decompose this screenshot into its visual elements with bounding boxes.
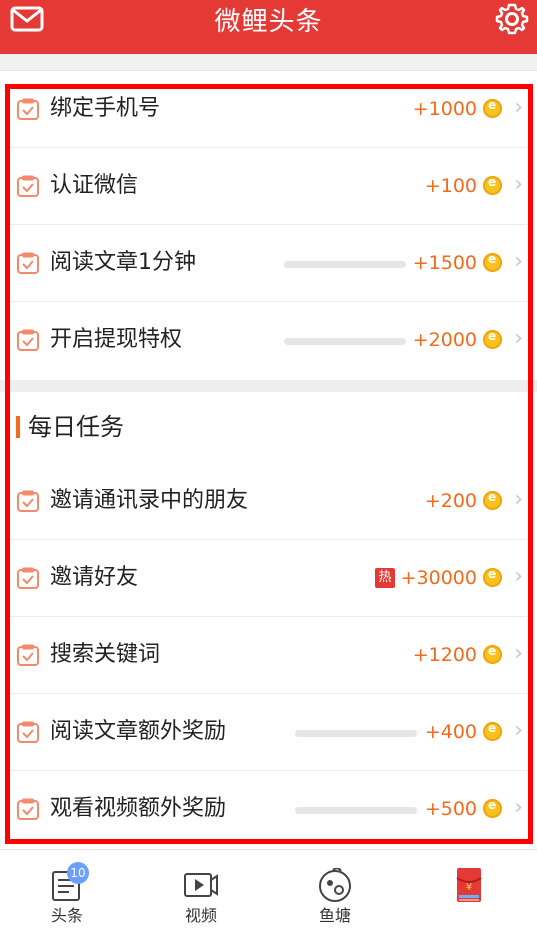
section-title-daily: 每日任务 <box>16 404 316 452</box>
task-check-icon <box>16 174 40 198</box>
chevron-right-icon: › <box>514 641 523 666</box>
task-label: 开启提现特权 <box>50 324 182 356</box>
nav-item-news[interactable]: 10 头条 <box>0 850 134 930</box>
task-check-icon <box>16 97 40 121</box>
chevron-right-icon: › <box>514 326 523 351</box>
nav-label: 鱼塘 <box>268 902 402 926</box>
task-check-icon <box>16 489 40 513</box>
task-label: 阅读文章1分钟 <box>50 247 196 279</box>
coin-icon <box>483 253 502 272</box>
svg-text:¥: ¥ <box>466 882 472 893</box>
task-label: 观看视频额外奖励 <box>50 793 226 825</box>
coin-icon <box>483 799 502 818</box>
task-reward: +1000 <box>413 95 477 123</box>
task-reward: +100 <box>425 172 477 200</box>
task-label: 搜索关键词 <box>50 639 160 671</box>
task-row-read-bonus[interactable]: 阅读文章额外奖励 +400 › <box>10 694 527 771</box>
chevron-right-icon: › <box>514 487 523 512</box>
task-reward: +200 <box>425 487 477 515</box>
section-divider <box>0 380 537 392</box>
task-row-verify-wechat[interactable]: 认证微信 +100 › <box>10 148 527 225</box>
task-progress-bar <box>295 807 417 814</box>
task-check-icon <box>16 797 40 821</box>
coin-icon <box>483 330 502 349</box>
task-label: 绑定手机号 <box>50 93 160 125</box>
task-label: 阅读文章额外奖励 <box>50 716 226 748</box>
task-check-icon <box>16 251 40 275</box>
task-row-invite-contacts[interactable]: 邀请通讯录中的朋友 +200 › <box>10 463 527 540</box>
task-check-icon <box>16 720 40 744</box>
task-progress-bar <box>284 261 406 268</box>
task-row-search-keyword[interactable]: 搜索关键词 +1200 › <box>10 617 527 694</box>
task-reward: +30000 <box>401 564 477 592</box>
nav-label: 视频 <box>134 902 268 926</box>
coin-icon <box>483 568 502 587</box>
coin-icon <box>483 645 502 664</box>
app-header: 微鲤头条 <box>0 0 537 54</box>
nav-item-red-packet[interactable]: ¥ <box>402 850 536 930</box>
task-progress-bar <box>284 338 406 345</box>
coin-icon <box>483 176 502 195</box>
task-row-enable-withdraw[interactable]: 开启提现特权 +2000 › <box>10 302 527 379</box>
task-label: 邀请好友 <box>50 562 138 594</box>
top-spacer <box>0 54 537 71</box>
chevron-right-icon: › <box>514 564 523 589</box>
task-check-icon <box>16 328 40 352</box>
coin-icon <box>483 491 502 510</box>
task-reward: +500 <box>425 795 477 823</box>
nav-item-fishpond[interactable]: 鱼塘 <box>268 850 402 930</box>
notification-badge: 10 <box>67 862 89 884</box>
bottom-nav: 10 头条 视频 鱼塘 ¥ <box>0 849 537 929</box>
nav-item-video[interactable]: 视频 <box>134 850 268 930</box>
task-progress-bar <box>295 730 417 737</box>
chevron-right-icon: › <box>514 795 523 820</box>
task-row-read-article[interactable]: 阅读文章1分钟 +1500 › <box>10 225 527 302</box>
task-label: 邀请通讯录中的朋友 <box>50 485 248 517</box>
task-label: 认证微信 <box>50 170 138 202</box>
video-icon <box>181 868 221 904</box>
gear-icon[interactable] <box>495 2 529 36</box>
hot-badge: 热 <box>375 568 395 588</box>
fishpond-icon <box>315 868 355 904</box>
chevron-right-icon: › <box>514 718 523 743</box>
task-reward: +400 <box>425 718 477 746</box>
task-row-bind-phone[interactable]: 绑定手机号 +1000 › <box>10 71 527 148</box>
section-accent-bar <box>16 416 20 438</box>
red-packet-icon: ¥ <box>449 868 489 904</box>
nav-label: 头条 <box>0 902 134 926</box>
chevron-right-icon: › <box>514 172 523 197</box>
coin-icon <box>483 722 502 741</box>
task-row-invite-friends[interactable]: 邀请好友 热 +30000 › <box>10 540 527 617</box>
task-row-video-bonus[interactable]: 观看视频额外奖励 +500 › <box>10 771 527 848</box>
task-reward: +2000 <box>413 326 477 354</box>
chevron-right-icon: › <box>514 95 523 120</box>
task-check-icon <box>16 643 40 667</box>
chevron-right-icon: › <box>514 249 523 274</box>
task-reward: +1200 <box>413 641 477 669</box>
coin-icon <box>483 99 502 118</box>
page-title: 微鲤头条 <box>0 4 537 40</box>
section-title-text: 每日任务 <box>28 410 124 444</box>
task-reward: +1500 <box>413 249 477 277</box>
task-check-icon <box>16 566 40 590</box>
